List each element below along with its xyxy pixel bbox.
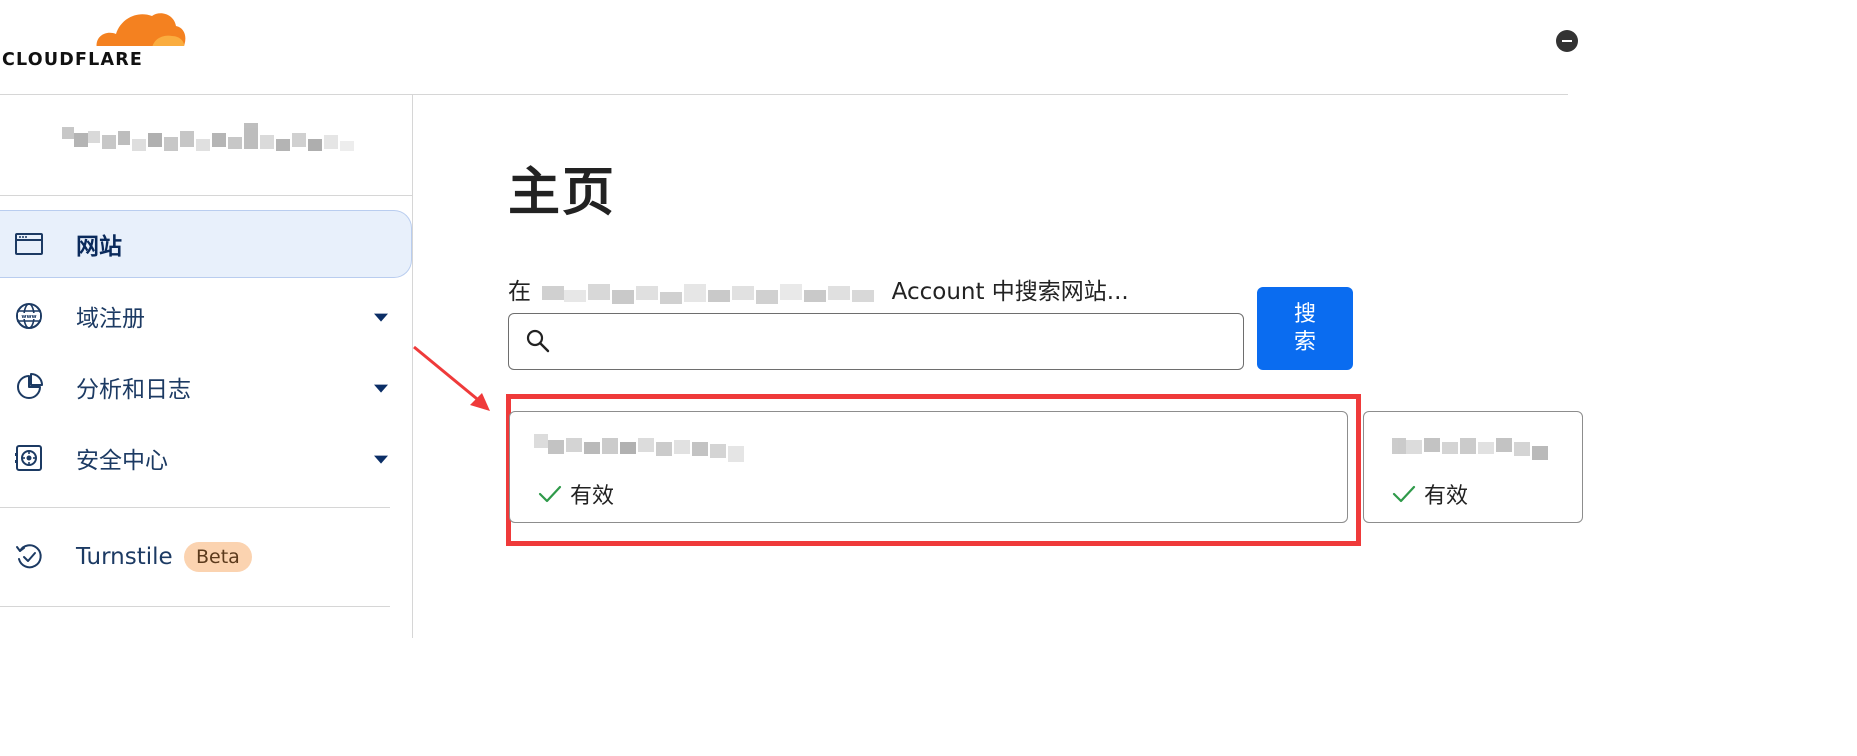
site-name-redacted[interactable] bbox=[534, 430, 750, 466]
check-icon bbox=[538, 485, 562, 503]
page-title: 主页 bbox=[508, 163, 617, 223]
site-name-redacted[interactable] bbox=[1392, 430, 1552, 466]
site-card[interactable]: 有效 bbox=[1363, 411, 1583, 523]
search-input[interactable] bbox=[565, 322, 1229, 362]
search-icon bbox=[526, 329, 550, 353]
top-bar: CLOUDFLARE bbox=[0, 0, 1578, 95]
nav-divider bbox=[0, 507, 390, 508]
sidebar-item-label: 网站 bbox=[76, 234, 122, 260]
sidebar-item-domain-registration[interactable]: www 域注册 bbox=[0, 282, 412, 350]
sidebar-item-websites[interactable]: 网站 bbox=[0, 210, 412, 278]
globe-www-icon: www bbox=[16, 303, 42, 329]
nav-divider bbox=[0, 606, 390, 607]
search-button-label: 搜索 bbox=[1293, 301, 1316, 355]
site-status-label: 有效 bbox=[1424, 484, 1469, 509]
site-card[interactable]: 有效 bbox=[509, 411, 1348, 523]
annotation-arrow bbox=[413, 345, 490, 411]
sidebar-item-label: 域注册 bbox=[76, 306, 145, 332]
logo-wordmark: CLOUDFLARE bbox=[2, 50, 144, 70]
beta-badge: Beta bbox=[184, 542, 252, 572]
sidebar-item-security-center[interactable]: 安全中心 bbox=[0, 424, 412, 492]
sidebar-item-label: Turnstile bbox=[76, 544, 173, 570]
site-status-label: 有效 bbox=[570, 484, 615, 509]
chevron-down-icon[interactable] bbox=[374, 455, 388, 464]
sidebar-item-analytics-logs[interactable]: 分析和日志 bbox=[0, 353, 412, 421]
check-icon bbox=[1392, 485, 1416, 503]
search-label-prefix: 在 bbox=[508, 279, 531, 305]
sidebar-item-label: 分析和日志 bbox=[76, 377, 191, 403]
pie-chart-icon bbox=[17, 373, 43, 399]
site-status: 有效 bbox=[538, 478, 614, 510]
search-label-suffix: Account 中搜索网站... bbox=[891, 279, 1129, 305]
chevron-down-icon[interactable] bbox=[374, 313, 388, 322]
sidebar-item-turnstile[interactable]: Turnstile Beta bbox=[0, 523, 412, 591]
search-label: 在 Account 中搜索网站... bbox=[508, 272, 1129, 308]
safe-vault-icon bbox=[15, 445, 42, 471]
sidebar: 网站 www 域注册 分析和日志 安全中心 Turnstile Beta bbox=[0, 95, 413, 638]
svg-text:www: www bbox=[21, 314, 36, 320]
browser-window-icon bbox=[15, 233, 43, 255]
account-menu-icon[interactable] bbox=[1556, 30, 1578, 52]
account-divider bbox=[0, 195, 412, 196]
search-button[interactable]: 搜索 bbox=[1257, 287, 1353, 370]
refresh-check-icon bbox=[16, 544, 42, 569]
account-name-redacted[interactable] bbox=[62, 123, 362, 163]
search-field[interactable] bbox=[508, 313, 1244, 370]
chevron-down-icon[interactable] bbox=[374, 384, 388, 393]
site-status: 有效 bbox=[1392, 478, 1468, 510]
sidebar-item-label: 安全中心 bbox=[76, 448, 168, 474]
account-name-redacted bbox=[542, 283, 875, 304]
